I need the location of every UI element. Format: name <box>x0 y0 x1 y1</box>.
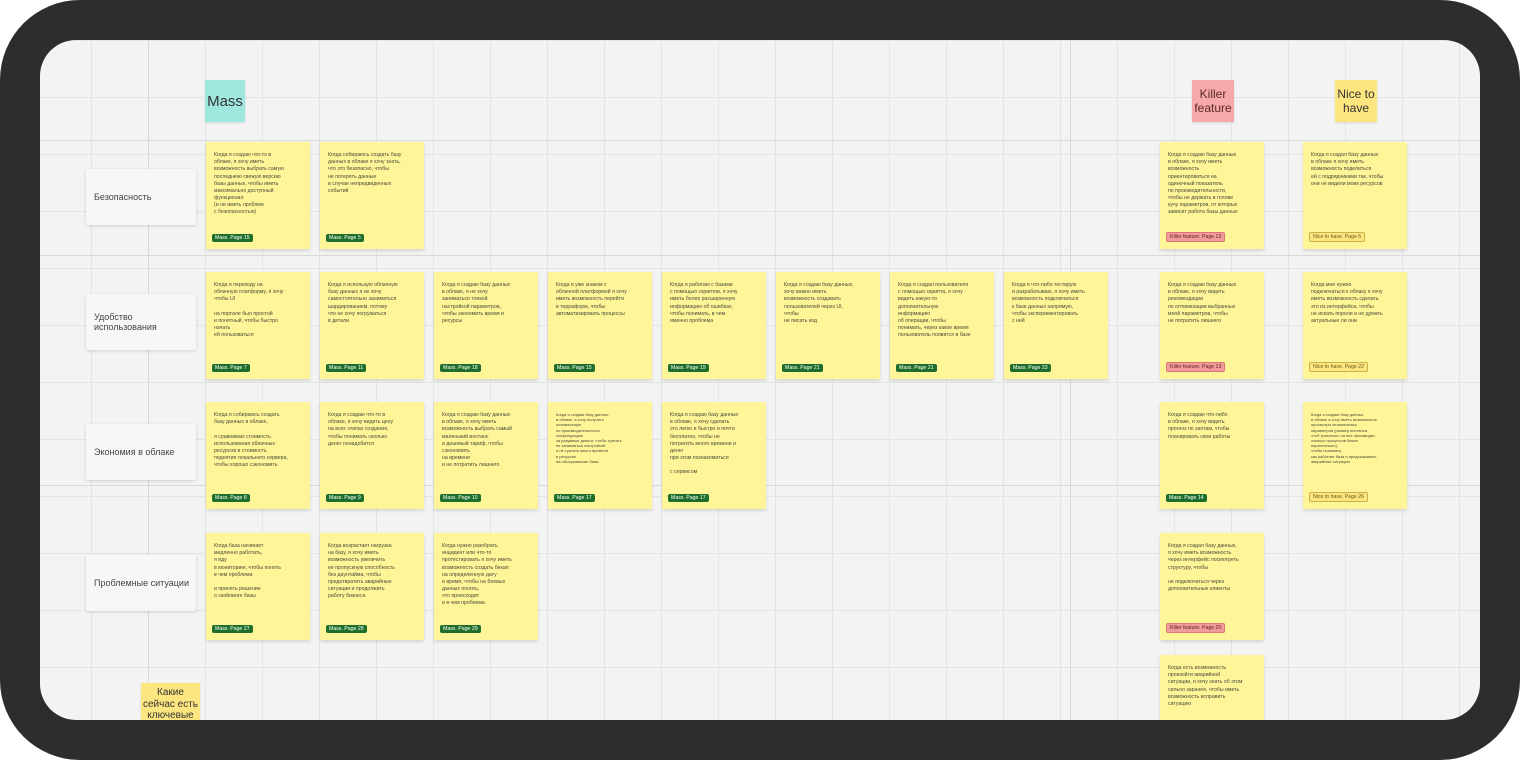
sticky-note-text: Когда я создаю базу данных, хочу важно и… <box>784 282 854 324</box>
sticky-note-question[interactable]: Какие сейчас есть ключевые <box>141 683 200 720</box>
sticky-note-text: Когда я создаю что-либо в облаке, я хочу… <box>1168 412 1231 440</box>
sticky-note-killer[interactable]: Когда есть возможность произойти аварийн… <box>1160 655 1264 720</box>
sticky-note-mass[interactable]: Когда нужно разобрать инцидент или что-т… <box>434 533 538 640</box>
sticky-note-tag[interactable]: Killer feature. Page 13 <box>1166 362 1226 372</box>
sticky-note-tag[interactable]: Killer feature. Page 20 <box>1166 623 1226 633</box>
sticky-note-text: Когда я уже знаком с облачной платформой… <box>556 282 627 317</box>
sticky-note-text: Когда я переходу на облачную платформу, … <box>214 282 284 339</box>
sticky-note-text: Когда я создаю базу данных в облаке, я х… <box>442 412 512 469</box>
sticky-note-text: Когда я создаю базу данных в облаке, я х… <box>556 412 622 464</box>
sticky-note-tag[interactable]: Mass. Page 8 <box>212 494 250 502</box>
sticky-note-tag[interactable]: Mass. Page 21 <box>782 364 823 372</box>
sticky-note-text: Когда я создал базу данных в облаке я хо… <box>1311 152 1384 187</box>
grid-line <box>148 40 149 720</box>
sticky-note-tag[interactable]: Mass. Page 15 <box>554 364 595 372</box>
sticky-note-tag[interactable]: Mass. Page 21 <box>896 364 937 372</box>
sticky-note-tag[interactable]: Mass. Page 11 <box>326 364 367 372</box>
sticky-note-text: Когда я создаю базу данных в облаке, я х… <box>670 412 739 476</box>
sticky-note-tag[interactable]: Mass. Page 15 <box>212 234 253 242</box>
row-label-usability[interactable]: Удобство использования <box>86 294 196 350</box>
sticky-note-tag[interactable]: Nice to have. Page 6 <box>1309 232 1366 242</box>
sticky-note-text: Когда есть возможность произойти аварийн… <box>1168 665 1243 707</box>
sticky-note-text: Когда я создаю что-то в облаке, я хочу и… <box>214 152 284 216</box>
sticky-note-tag[interactable]: Mass. Page 18 <box>440 364 481 372</box>
sticky-note-text: Когда база начинает медленно работать, я… <box>214 543 281 600</box>
sticky-note-tag[interactable]: Mass. Page 17 <box>554 494 595 502</box>
sticky-note-killer[interactable]: Когда я создаю базу данных в облаке, я х… <box>1160 142 1264 249</box>
grid-line <box>40 255 1480 256</box>
sticky-note-tag[interactable]: Mass. Page 29 <box>440 625 481 633</box>
sticky-note-tag[interactable]: Mass. Page 23 <box>1010 364 1051 372</box>
sticky-note-tag[interactable]: Mass. Page 5 <box>326 234 364 242</box>
sticky-note-mass[interactable]: Когда я создаю что-либо в облаке, я хочу… <box>1160 402 1264 509</box>
sticky-note-tag[interactable]: Mass. Page 27 <box>212 625 253 633</box>
sticky-note-tag[interactable]: Mass. Page 17 <box>668 494 709 502</box>
sticky-note-tag[interactable]: Mass. Page 28 <box>326 625 367 633</box>
sticky-note-mass[interactable]: Когда я переходу на облачную платформу, … <box>206 272 310 379</box>
sticky-note-text: Когда нужно разобрать инцидент или что-т… <box>442 543 512 607</box>
sticky-note-tag[interactable]: Mass. Page 14 <box>1166 494 1207 502</box>
sticky-note-mass[interactable]: Когда база начинает медленно работать, я… <box>206 533 310 640</box>
sticky-note-mass[interactable]: Когда я использую облачную базу данных я… <box>320 272 424 379</box>
sticky-note-text: Когда я создаю базу данных в облаке, я н… <box>442 282 511 324</box>
sticky-note-mass[interactable]: Когда я собираюсь создать базу данных в … <box>206 402 310 509</box>
whiteboard-canvas[interactable]: Mass Killer feature Nice to have Безопас… <box>40 40 1480 720</box>
sticky-note-text: Когда я использую облачную базу данных я… <box>328 282 398 324</box>
sticky-note-text: Когда собираюсь создать базу данных в об… <box>328 152 402 194</box>
sticky-note-mass[interactable]: Когда я создаю базу данных в облаке, я х… <box>662 402 766 509</box>
sticky-note-mass[interactable]: Когда возрастает нагрузка на базу, я хоч… <box>320 533 424 640</box>
sticky-note-tag[interactable]: Mass. Page 9 <box>326 494 364 502</box>
sticky-note-killer[interactable]: Когда я создаю базу данных в облаке, я х… <box>1160 272 1264 379</box>
sticky-note-tag[interactable]: Killer feature. Page 12 <box>1166 232 1226 242</box>
sticky-note-mass[interactable]: Когда я создаю что-то в облаке, я хочу и… <box>206 142 310 249</box>
sticky-note-text: Когда возрастает нагрузка на базу, я хоч… <box>328 543 396 600</box>
sticky-note-text: Когда я создаю базу данных в облаке, я х… <box>1168 152 1238 216</box>
sticky-note-text: Когда я создал базу данных, я хочу иметь… <box>1168 543 1239 593</box>
sticky-note-text: Когда я создаю базу данных в облаке я хо… <box>1311 412 1377 464</box>
sticky-note-mass[interactable]: Когда собираюсь создать базу данных в об… <box>320 142 424 249</box>
sticky-note-text: Когда мне нужно подключаться к облаку я … <box>1311 282 1383 324</box>
sticky-note-mass[interactable]: Когда я работаю с базами с помощью скрип… <box>662 272 766 379</box>
sticky-note-text: Когда я создаю что-то в облаке, я хочу в… <box>328 412 394 447</box>
sticky-note-text: Когда я создаю базу данных в облаке, я х… <box>1168 282 1237 324</box>
sticky-note-text: Когда я создал пользователя с помощью ск… <box>898 282 971 339</box>
column-header-mass[interactable]: Mass <box>205 80 245 122</box>
sticky-note-tag[interactable]: Mass. Page 10 <box>440 494 481 502</box>
sticky-note-nice[interactable]: Когда я создаю базу данных в облаке я хо… <box>1303 402 1407 509</box>
sticky-note-text: Когда я что-либо тестирую и разрабатываю… <box>1012 282 1085 324</box>
sticky-note-text: Когда я собираюсь создать базу данных в … <box>214 412 288 469</box>
sticky-note-mass[interactable]: Когда я создаю базу данных в облаке, я х… <box>548 402 652 509</box>
sticky-note-nice[interactable]: Когда я создал базу данных в облаке я хо… <box>1303 142 1407 249</box>
device-frame: Mass Killer feature Nice to have Безопас… <box>0 0 1520 760</box>
sticky-note-tag[interactable]: Mass. Page 19 <box>668 364 709 372</box>
column-header-killer-feature[interactable]: Killer feature <box>1192 80 1234 122</box>
sticky-note-tag[interactable]: Nice to have. Page 22 <box>1309 362 1369 372</box>
column-header-nice-to-have[interactable]: Nice to have <box>1335 80 1377 122</box>
sticky-note-killer[interactable]: Когда я создал базу данных, я хочу иметь… <box>1160 533 1264 640</box>
grid-line <box>1070 40 1071 720</box>
sticky-note-mass[interactable]: Когда я уже знаком с облачной платформой… <box>548 272 652 379</box>
grid-line <box>40 140 1480 141</box>
sticky-note-mass[interactable]: Когда я создаю базу данных в облаке, я х… <box>434 402 538 509</box>
row-label-problem-situations[interactable]: Проблемные ситуации <box>86 555 196 611</box>
row-label-security[interactable]: Безопасность <box>86 169 196 225</box>
sticky-note-mass[interactable]: Когда я создаю базу данных, хочу важно и… <box>776 272 880 379</box>
sticky-note-mass[interactable]: Когда я создаю базу данных в облаке, я н… <box>434 272 538 379</box>
sticky-note-text: Когда я работаю с базами с помощью скрип… <box>670 282 738 324</box>
sticky-note-nice[interactable]: Когда мне нужно подключаться к облаку я … <box>1303 272 1407 379</box>
row-label-cloud-savings[interactable]: Экономия в облаке <box>86 424 196 480</box>
sticky-note-mass[interactable]: Когда я что-либо тестирую и разрабатываю… <box>1004 272 1108 379</box>
sticky-note-tag[interactable]: Nice to have. Page 26 <box>1309 492 1369 502</box>
sticky-note-mass[interactable]: Когда я создал пользователя с помощью ск… <box>890 272 994 379</box>
sticky-note-tag[interactable]: Mass. Page 7 <box>212 364 250 372</box>
sticky-note-mass[interactable]: Когда я создаю что-то в облаке, я хочу в… <box>320 402 424 509</box>
